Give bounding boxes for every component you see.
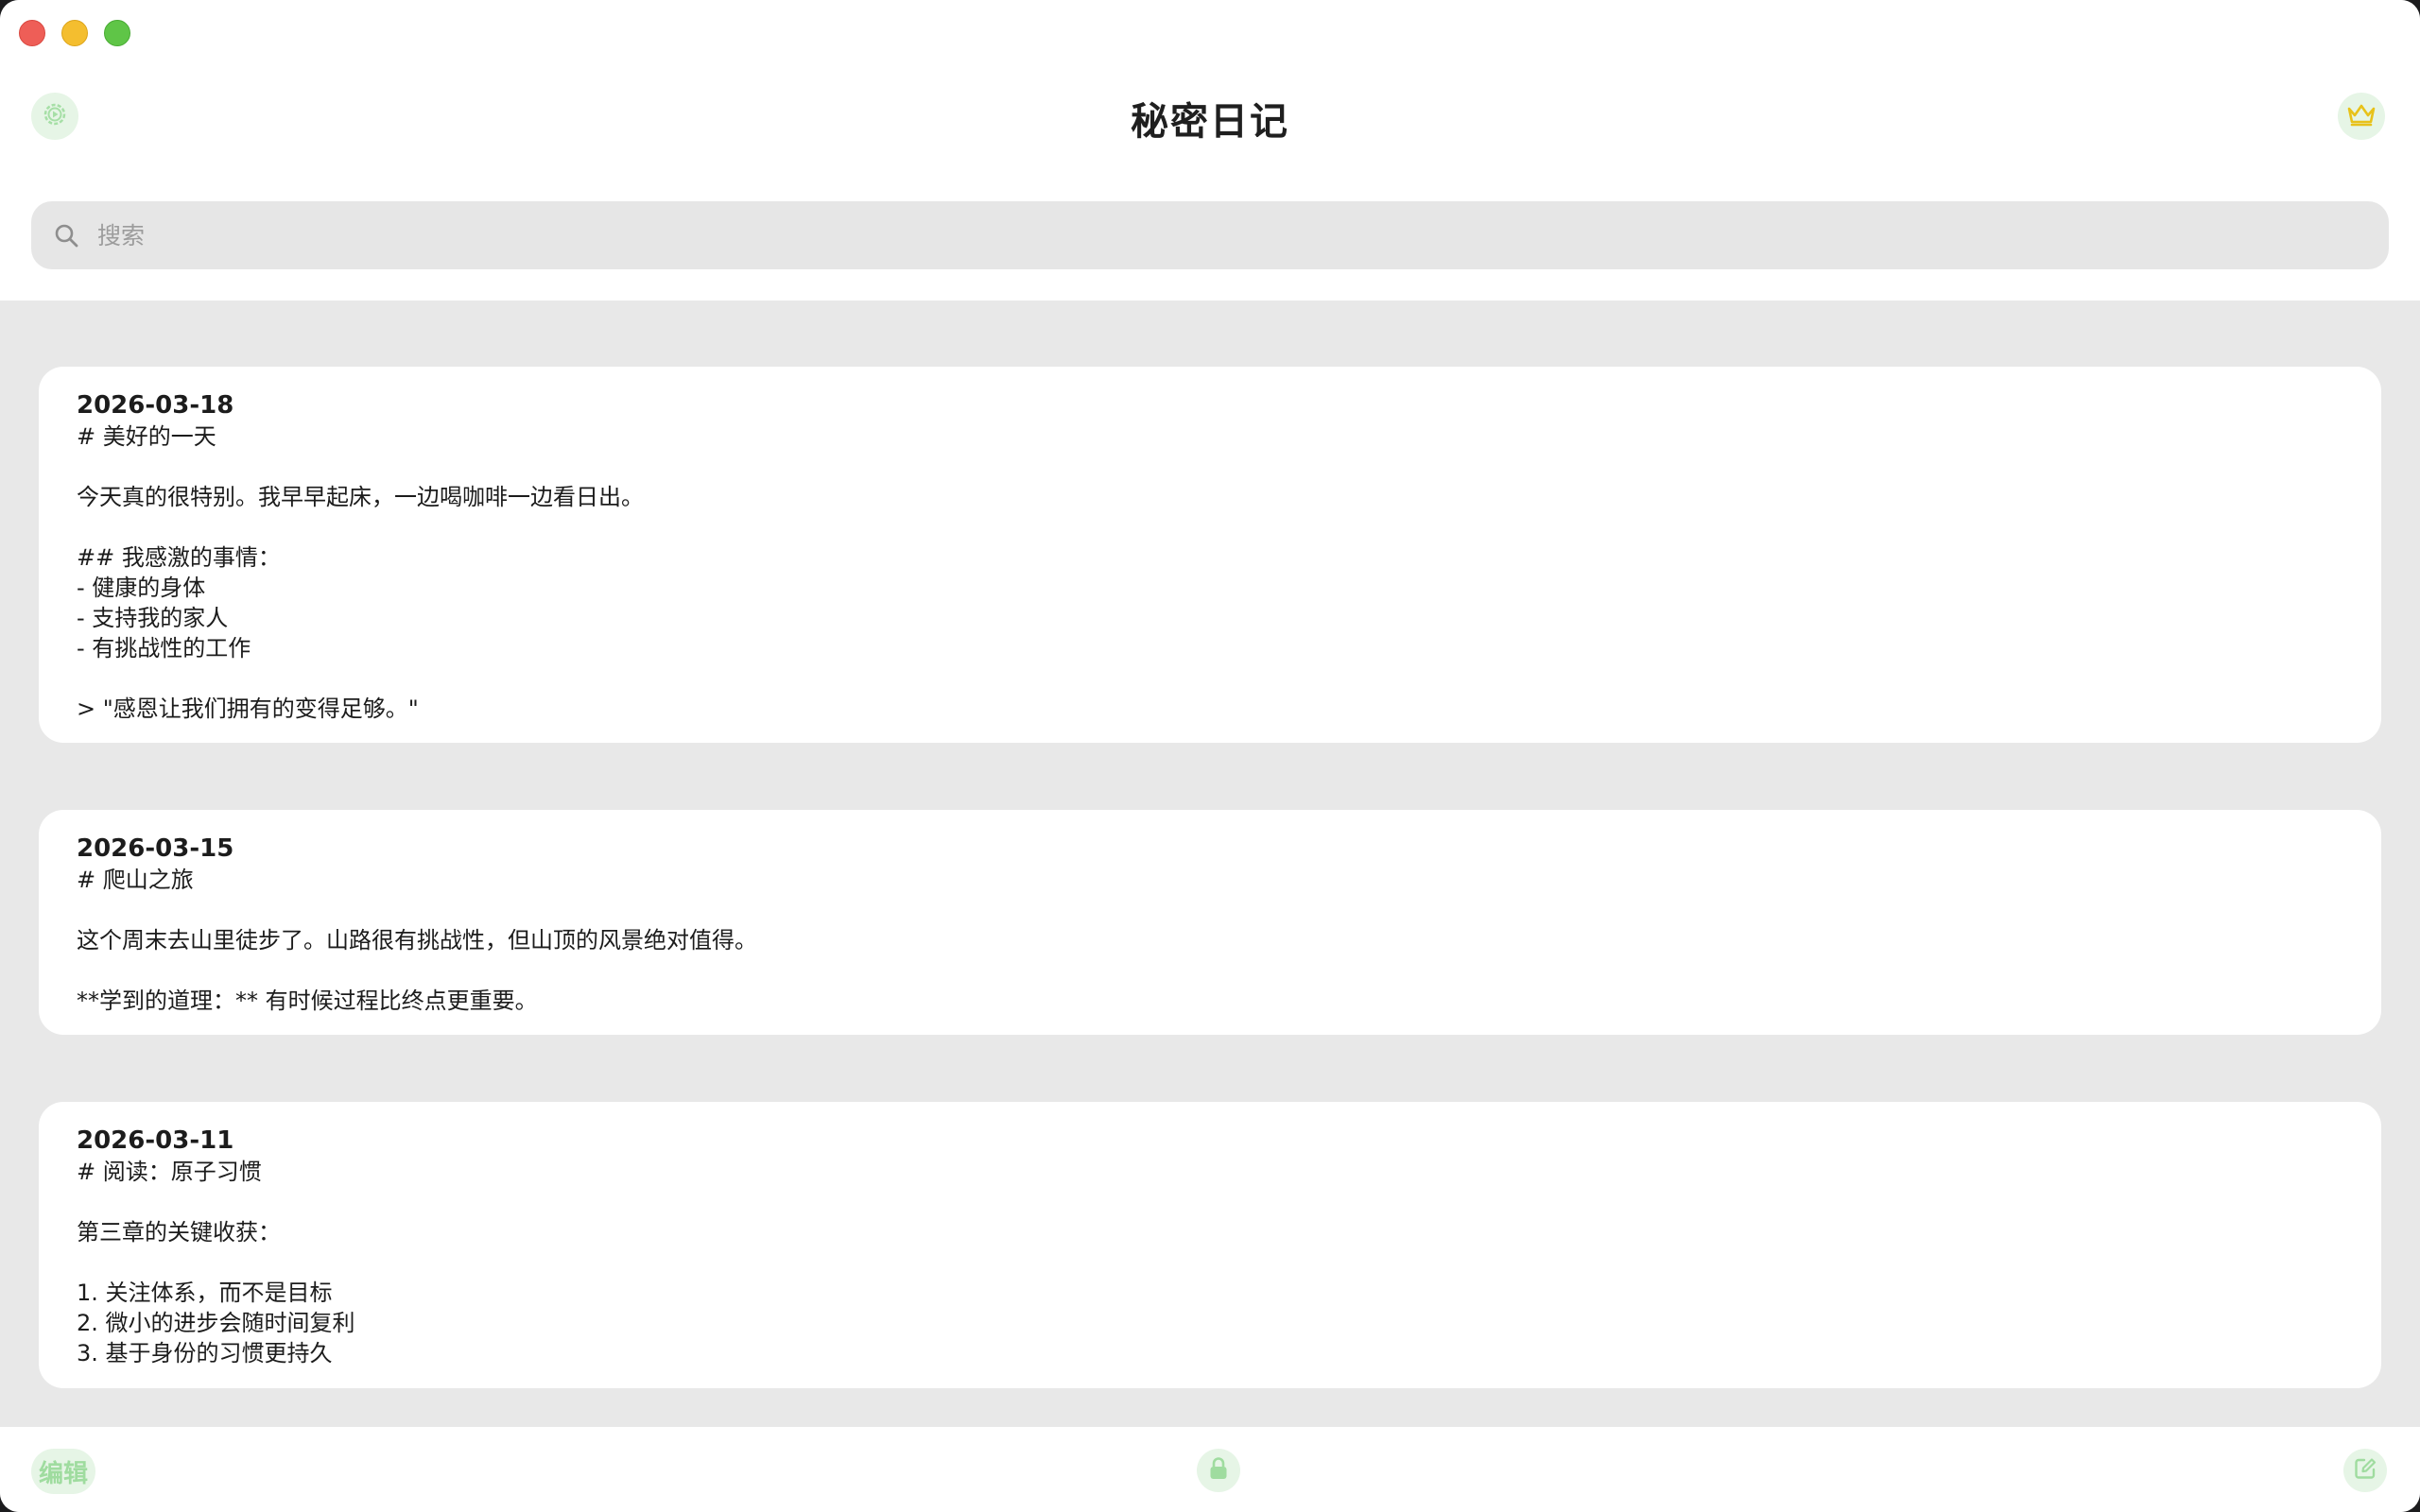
page-title: 秘密日记 — [1131, 100, 1289, 144]
edit-button[interactable]: 编辑 — [31, 1449, 95, 1494]
entry-line: - 支持我的家人 — [77, 605, 229, 631]
entry-line: 3. 基于身份的习惯更持久 — [77, 1340, 333, 1366]
entry-line: # 阅读：原子习惯 — [77, 1159, 262, 1185]
header: 秘密日记 — [0, 0, 2420, 301]
entry-line — [77, 663, 2343, 694]
entry-line: # 美好的一天 — [77, 423, 216, 450]
entry-line: ## 我感激的事情： — [77, 544, 281, 571]
app-window: 秘密日记 2026-03-18 # 美好的一天 今天真的很特别。我早早起床，一 — [0, 0, 2420, 1512]
entry-line — [77, 895, 2343, 925]
close-window-button[interactable] — [19, 20, 45, 46]
lock-icon — [1207, 1456, 1230, 1485]
maximize-window-button[interactable] — [104, 20, 130, 46]
search-icon — [50, 219, 82, 251]
entry-line: - 有挑战性的工作 — [77, 635, 251, 662]
entry-line: > "感恩让我们拥有的变得足够。" — [77, 696, 419, 722]
entry-line: **学到的道理：** 有时候过程比终点更重要。 — [77, 988, 538, 1014]
entry-date: 2026-03-11 — [77, 1126, 234, 1155]
lock-button[interactable] — [1197, 1449, 1240, 1492]
entry-line — [77, 1187, 2343, 1217]
entry-date: 2026-03-15 — [77, 834, 234, 863]
entry-line: # 爬山之旅 — [77, 867, 194, 893]
entry-line: 2. 微小的进步会随时间复利 — [77, 1310, 355, 1336]
entry-date: 2026-03-18 — [77, 391, 234, 420]
entry-line — [77, 512, 2343, 542]
compose-button[interactable] — [2343, 1449, 2387, 1492]
bottom-toolbar: 编辑 — [0, 1427, 2420, 1512]
entry-line: 第三章的关键收获： — [77, 1219, 281, 1246]
search-bar[interactable] — [31, 201, 2389, 269]
entry-line: 1. 关注体系，而不是目标 — [77, 1280, 333, 1306]
entry-line: - 健康的身体 — [77, 575, 206, 601]
entry-line: 这个周末去山里徒步了。山路很有挑战性，但山顶的风景绝对值得。 — [77, 927, 757, 954]
entry-line: 今天真的很特别。我早早起床，一边喝咖啡一边看日出。 — [77, 484, 644, 510]
diary-entry-card[interactable]: 2026-03-18 # 美好的一天 今天真的很特别。我早早起床，一边喝咖啡一边… — [39, 367, 2381, 743]
search-input[interactable] — [95, 220, 2273, 250]
diary-entry-card[interactable]: 2026-03-15 # 爬山之旅 这个周末去山里徒步了。山路很有挑战性，但山顶… — [39, 810, 2381, 1035]
entry-line — [77, 1247, 2343, 1278]
crown-icon — [2345, 100, 2377, 132]
entry-line — [77, 955, 2343, 986]
entry-line — [77, 452, 2343, 482]
minimize-window-button[interactable] — [61, 20, 88, 46]
premium-button[interactable] — [2338, 93, 2385, 140]
compose-icon — [2353, 1456, 2377, 1485]
diary-entry-card[interactable]: 2026-03-11 # 阅读：原子习惯 第三章的关键收获： 1. 关注体系，而… — [39, 1102, 2381, 1388]
